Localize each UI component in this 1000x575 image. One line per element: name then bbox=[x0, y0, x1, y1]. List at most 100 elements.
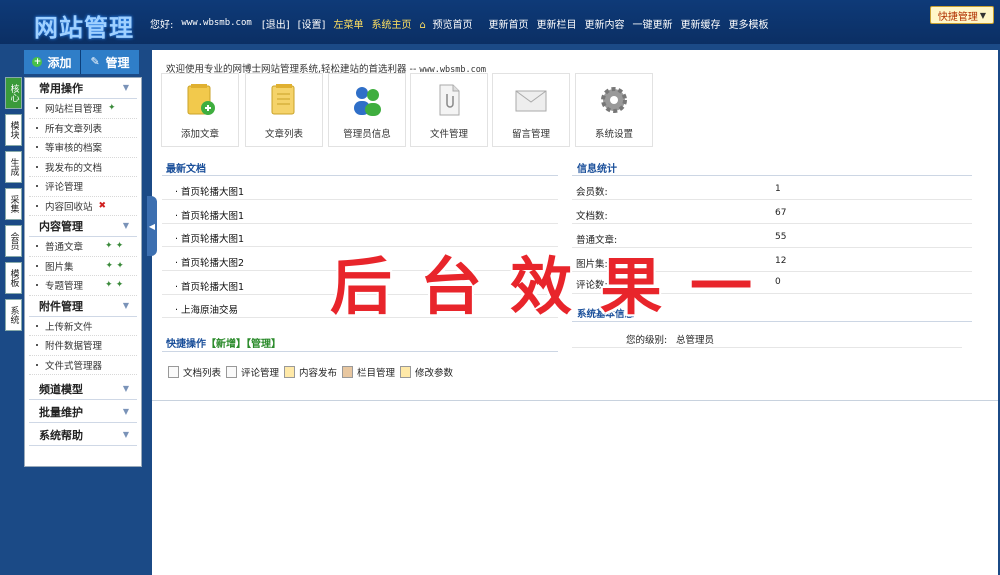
stat-value: 67 bbox=[775, 208, 787, 218]
update-cache-link[interactable]: 更新缓存 bbox=[680, 16, 720, 31]
add-icon[interactable]: ✦ ✦ bbox=[105, 241, 123, 251]
section-channel[interactable]: 频道模型 ▼ bbox=[29, 379, 137, 400]
quick-add-link[interactable]: 【新增】 bbox=[206, 339, 246, 350]
one-click-update-link[interactable]: 一键更新 bbox=[632, 16, 672, 31]
section-content[interactable]: 内容管理 ▼ bbox=[29, 216, 137, 237]
latest-docs-title: 最新文档 bbox=[166, 164, 206, 175]
comment-icon bbox=[226, 366, 237, 378]
quick-link-label: 栏目管理 bbox=[357, 368, 396, 379]
bullet bbox=[36, 146, 38, 148]
menu-item-label: 评论管理 bbox=[45, 182, 84, 194]
menu-item-attach-data[interactable]: 附件数据管理 bbox=[29, 336, 137, 356]
menu-item-recycle[interactable]: 内容回收站 ✖ bbox=[29, 197, 137, 216]
preview-home-link[interactable]: ⌂ 预览首页 bbox=[419, 16, 480, 31]
tab-core[interactable]: 核心 bbox=[5, 77, 22, 109]
menu-item-my-docs[interactable]: 我发布的文档 bbox=[29, 158, 137, 177]
tile-admin-info[interactable]: 管理员信息 bbox=[328, 73, 406, 147]
top-nav: 您好: www.wbsmb.com [退出] [设置] 左菜单 系统主页 ⌂ 预览… bbox=[150, 15, 776, 31]
tile-article-list[interactable]: 文章列表 bbox=[245, 73, 323, 147]
divider bbox=[572, 175, 972, 176]
chevron-down-icon: ▼ bbox=[979, 10, 987, 20]
tab-members[interactable]: 会员 bbox=[5, 225, 22, 257]
menu-item-label: 图片集 bbox=[45, 261, 74, 273]
menu-item-articles[interactable]: 普通文章 ✦ ✦ bbox=[29, 237, 137, 257]
quick-manage-select[interactable]: 快捷管理 ▼ bbox=[930, 6, 994, 24]
tab-system[interactable]: 系统 bbox=[5, 299, 22, 331]
menu-item-topics[interactable]: 专题管理 ✦ ✦ bbox=[29, 276, 137, 296]
section-help[interactable]: 系统帮助 ▼ bbox=[29, 425, 137, 446]
document-list-icon bbox=[271, 84, 295, 115]
quick-publish[interactable]: 内容发布 bbox=[284, 365, 337, 379]
menu-item-label: 文件式管理器 bbox=[45, 360, 103, 372]
menu-item-column-manage[interactable]: 网站栏目管理 ✦ bbox=[29, 99, 137, 119]
update-home-link[interactable]: 更新首页 bbox=[488, 16, 528, 31]
quick-comment-manage[interactable]: 评论管理 bbox=[226, 365, 279, 379]
menu-item-upload[interactable]: 上传新文件 bbox=[29, 317, 137, 336]
update-content-link[interactable]: 更新内容 bbox=[584, 16, 624, 31]
menu-item-file-manager[interactable]: 文件式管理器 bbox=[29, 356, 137, 375]
chevron-down-icon: ▼ bbox=[122, 83, 129, 92]
tile-system-settings[interactable]: 系统设置 bbox=[575, 73, 653, 147]
quick-manage-link[interactable]: 【管理】 bbox=[246, 339, 281, 350]
article-link[interactable]: · 首页轮播大图1 bbox=[175, 208, 244, 222]
article-link[interactable]: · 首页轮播大图1 bbox=[175, 184, 244, 198]
tab-collect[interactable]: 采集 bbox=[5, 188, 22, 220]
add-icon[interactable]: ✦ bbox=[108, 103, 116, 113]
edit-icon: ✎ bbox=[90, 55, 100, 68]
bullet bbox=[36, 344, 38, 346]
chevron-down-icon: ▼ bbox=[122, 300, 129, 310]
menu-item-label: 附件数据管理 bbox=[45, 341, 103, 353]
article-link[interactable]: · 首页轮播大图2 bbox=[175, 255, 244, 269]
section-batch[interactable]: 批量维护 ▼ bbox=[29, 402, 137, 423]
tab-modules[interactable]: 模块 bbox=[5, 114, 22, 146]
section-title: 常用操作 bbox=[39, 82, 83, 95]
chevron-down-icon: ▼ bbox=[122, 221, 129, 230]
menu-item-all-articles[interactable]: 所有文章列表 bbox=[29, 119, 137, 138]
left-menu-link[interactable]: 左菜单 bbox=[333, 16, 363, 31]
menu-item-gallery[interactable]: 图片集 ✦ ✦ bbox=[29, 257, 137, 276]
preview-home-label: 预览首页 bbox=[432, 19, 473, 31]
stat-label: 文档数: bbox=[576, 211, 608, 222]
clear-icon[interactable]: ✖ bbox=[99, 201, 107, 211]
section-title: 附件管理 bbox=[39, 299, 83, 313]
menu-item-label: 内容回收站 bbox=[45, 201, 93, 213]
settings-link[interactable]: [设置] bbox=[298, 16, 326, 31]
update-column-link[interactable]: 更新栏目 bbox=[536, 16, 576, 31]
quick-edit-params[interactable]: 修改参数 bbox=[400, 365, 453, 379]
chevron-down-icon: ▼ bbox=[122, 407, 129, 416]
article-link[interactable]: · 首页轮播大图1 bbox=[175, 279, 244, 293]
menu-item-label: 普通文章 bbox=[45, 242, 84, 254]
quick-column-manage[interactable]: 栏目管理 bbox=[342, 365, 395, 379]
tile-add-article[interactable]: 添加文章 bbox=[161, 73, 239, 147]
menu-item-pending[interactable]: 等审核的档案 bbox=[29, 138, 137, 158]
section-attachments[interactable]: 附件管理 ▼ bbox=[29, 296, 137, 317]
system-home-link[interactable]: 系统主页 bbox=[371, 16, 411, 31]
main-panel-bottom bbox=[152, 400, 998, 575]
tab-generate[interactable]: 生成 bbox=[5, 151, 22, 183]
tile-file-manage[interactable]: 文件管理 bbox=[410, 73, 488, 147]
add-button[interactable]: + 添加 bbox=[24, 50, 81, 74]
manage-button[interactable]: ✎ 管理 bbox=[81, 50, 139, 74]
bullet bbox=[36, 264, 38, 267]
stats-title: 信息统计 bbox=[577, 164, 617, 175]
collapse-sidebar-handle[interactable]: ◀ bbox=[147, 196, 157, 256]
article-link[interactable]: · 首页轮播大图1 bbox=[175, 231, 244, 245]
bullet bbox=[36, 284, 38, 286]
settings-doc-icon bbox=[400, 366, 411, 378]
logout-link[interactable]: [退出] bbox=[262, 16, 290, 31]
quick-title: 快捷操作 bbox=[166, 339, 206, 350]
section-common[interactable]: 常用操作 ▼ bbox=[29, 78, 137, 99]
add-icon[interactable]: ✦ ✦ bbox=[105, 280, 123, 290]
quick-link-label: 内容发布 bbox=[299, 368, 338, 379]
manage-label: 管理 bbox=[105, 55, 130, 70]
divider bbox=[572, 199, 972, 200]
section-title: 频道模型 bbox=[39, 383, 83, 396]
level-label: 您的级别: bbox=[626, 335, 668, 346]
article-link[interactable]: · 上海原油交易 bbox=[175, 302, 238, 316]
tile-message-manage[interactable]: 留言管理 bbox=[492, 73, 570, 147]
tab-templates[interactable]: 模板 bbox=[5, 262, 22, 294]
add-icon[interactable]: ✦ ✦ bbox=[106, 261, 124, 271]
more-templates-link[interactable]: 更多模板 bbox=[728, 16, 768, 31]
menu-item-comments[interactable]: 评论管理 bbox=[29, 177, 137, 197]
quick-doc-list[interactable]: 文档列表 bbox=[168, 365, 221, 379]
